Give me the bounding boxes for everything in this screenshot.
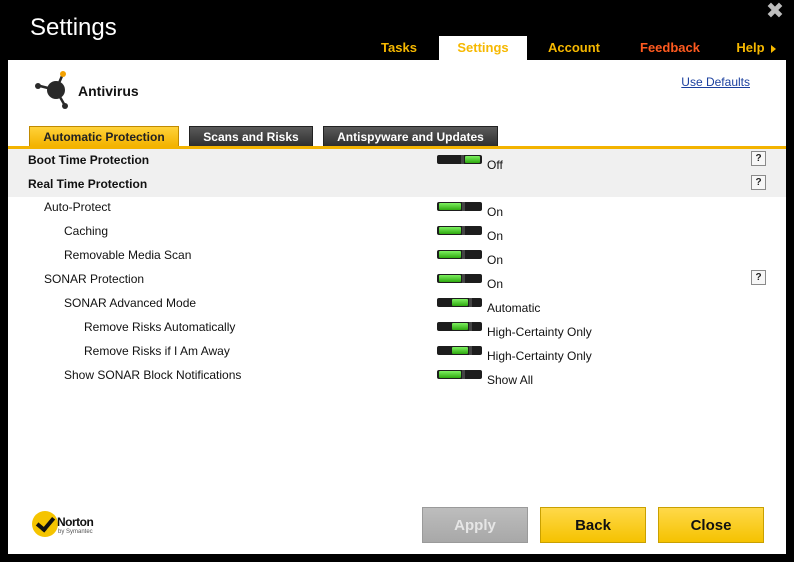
setting-value: High-Certainty Only xyxy=(487,349,592,363)
setting-value: High-Certainty Only xyxy=(487,325,592,339)
settings-row: Real Time Protection? xyxy=(8,173,786,197)
settings-panel: Antivirus Use Defaults Automatic Protect… xyxy=(8,60,786,554)
norton-check-icon xyxy=(32,511,58,537)
toggle-thumb xyxy=(469,322,472,331)
settings-row: Removable Media Scan On xyxy=(8,244,786,268)
toggle-fill xyxy=(452,347,468,354)
setting-label: SONAR Protection xyxy=(44,272,145,286)
toggle-fill xyxy=(452,299,468,306)
tab-scans-and-risks[interactable]: Scans and Risks xyxy=(189,126,313,146)
settings-row: Remove Risks if I Am Away High-Certainty … xyxy=(8,340,786,364)
toggle-fill xyxy=(439,251,461,258)
top-nav: Tasks Settings Account Feedback Help xyxy=(0,36,794,60)
norton-logo-name: Norton xyxy=(57,515,94,529)
setting-label: Remove Risks Automatically xyxy=(84,320,236,334)
back-button[interactable]: Back xyxy=(540,507,646,543)
apply-button[interactable]: Apply xyxy=(422,507,528,543)
help-icon[interactable]: ? xyxy=(751,175,766,190)
help-label: Help xyxy=(736,40,765,55)
help-icon[interactable]: ? xyxy=(751,151,766,166)
tab-bar: Automatic Protection Scans and Risks Ant… xyxy=(8,126,786,147)
setting-value: On xyxy=(487,277,504,291)
setting-value: Show All xyxy=(487,373,534,387)
setting-toggle[interactable] xyxy=(437,202,482,211)
setting-toggle[interactable] xyxy=(437,346,482,355)
toggle-fill xyxy=(439,275,461,282)
setting-label: Remove Risks if I Am Away xyxy=(84,344,230,358)
setting-toggle[interactable] xyxy=(437,370,482,379)
tab-automatic-protection[interactable]: Automatic Protection xyxy=(29,126,179,146)
toggle-thumb xyxy=(462,370,465,379)
help-icon[interactable]: ? xyxy=(751,270,766,285)
toggle-thumb xyxy=(461,155,464,164)
setting-value: Automatic xyxy=(487,301,541,315)
setting-toggle[interactable] xyxy=(437,155,482,164)
setting-toggle[interactable] xyxy=(437,250,482,259)
toggle-fill xyxy=(439,203,461,210)
settings-window: Settings ✖ Tasks Settings Account Feedba… xyxy=(0,0,794,562)
setting-label: Boot Time Protection xyxy=(28,153,150,167)
toggle-fill xyxy=(439,227,461,234)
setting-toggle[interactable] xyxy=(437,274,482,283)
panel-header: Antivirus Use Defaults xyxy=(8,60,786,126)
toggle-fill xyxy=(452,323,468,330)
settings-row: SONAR Protection On? xyxy=(8,268,786,292)
section-title: Antivirus xyxy=(78,83,139,99)
toggle-thumb xyxy=(462,274,465,283)
settings-row: SONAR Advanced Mode Automatic xyxy=(8,292,786,316)
setting-label: Real Time Protection xyxy=(28,177,148,191)
nav-account[interactable]: Account xyxy=(538,36,610,60)
chevron-right-icon xyxy=(770,44,776,53)
setting-value: Off xyxy=(487,158,503,172)
use-defaults-link[interactable]: Use Defaults xyxy=(681,75,750,89)
toggle-fill xyxy=(439,371,461,378)
toggle-thumb xyxy=(469,346,472,355)
setting-label: Removable Media Scan xyxy=(64,248,192,262)
nav-tasks[interactable]: Tasks xyxy=(368,36,430,60)
antivirus-icon xyxy=(35,71,68,109)
nav-help[interactable]: Help xyxy=(730,36,782,60)
setting-label: Caching xyxy=(64,224,109,238)
setting-toggle[interactable] xyxy=(437,226,482,235)
setting-label: SONAR Advanced Mode xyxy=(64,296,197,310)
setting-value: On xyxy=(487,229,504,243)
close-button[interactable]: Close xyxy=(658,507,764,543)
nav-settings[interactable]: Settings xyxy=(439,36,527,60)
settings-row: Remove Risks Automatically High-Certainty… xyxy=(8,316,786,340)
settings-row: Caching On xyxy=(8,220,786,244)
nav-feedback[interactable]: Feedback xyxy=(630,36,710,60)
toggle-fill xyxy=(465,156,480,163)
norton-logo: Norton by Symantec xyxy=(32,511,122,541)
setting-toggle[interactable] xyxy=(437,322,482,331)
settings-row: Show SONAR Block Notifications Show All xyxy=(8,364,786,388)
setting-label: Show SONAR Block Notifications xyxy=(64,368,242,382)
norton-logo-sub: by Symantec xyxy=(58,529,93,535)
setting-label: Auto-Protect xyxy=(44,200,111,214)
settings-row: Auto-Protect On xyxy=(8,196,786,220)
toggle-thumb xyxy=(469,298,472,307)
toggle-thumb xyxy=(462,250,465,259)
setting-value: On xyxy=(487,253,504,267)
close-icon[interactable]: ✖ xyxy=(764,0,786,22)
setting-value: On xyxy=(487,205,504,219)
tab-antispyware-and-updates[interactable]: Antispyware and Updates xyxy=(323,126,498,146)
toggle-thumb xyxy=(462,226,465,235)
settings-row: Boot Time Protection Off? xyxy=(8,149,786,173)
toggle-thumb xyxy=(462,202,465,211)
setting-toggle[interactable] xyxy=(437,298,482,307)
